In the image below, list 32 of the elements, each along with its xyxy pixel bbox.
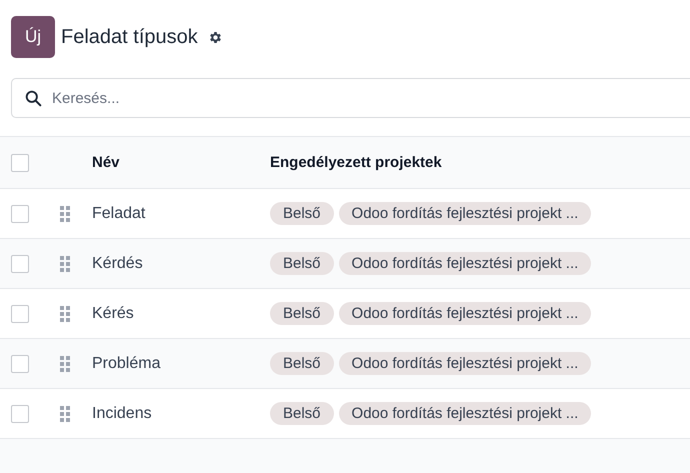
column-header[interactable]: Név (92, 154, 120, 170)
drag-handle-icon[interactable] (60, 256, 70, 272)
column-header[interactable]: Engedélyezett projektek (270, 154, 442, 171)
project-tag: Belső (270, 302, 334, 325)
checkbox[interactable] (11, 304, 29, 322)
project-tag: Odoo fordítás fejlesztési projekt ... (338, 302, 592, 325)
project-tag: Odoo fordítás fejlesztési projekt ... (338, 352, 592, 375)
checkbox[interactable] (11, 154, 29, 172)
project-tag: Odoo fordítás fejlesztési projekt ... (338, 252, 592, 275)
checkbox[interactable] (11, 204, 29, 222)
table-cell: Feladat (92, 204, 146, 222)
page-title: Feladat típusok (61, 26, 198, 48)
project-tag: Belső (270, 252, 334, 275)
checkbox[interactable] (11, 404, 29, 422)
drag-handle-icon[interactable] (60, 356, 70, 372)
project-tag: Belső (270, 352, 334, 375)
search-field[interactable]: Keresés... (11, 78, 690, 118)
settings-icon[interactable] (208, 30, 223, 44)
drag-handle-icon[interactable] (60, 206, 70, 222)
table-cell: Incidens (92, 404, 152, 422)
drag-handle-icon[interactable] (60, 306, 70, 322)
project-tag: Belső (270, 402, 334, 425)
project-tag: Odoo fordítás fejlesztési projekt ... (338, 202, 592, 225)
checkbox[interactable] (11, 254, 29, 272)
table-cell: Probléma (92, 354, 160, 372)
project-tag: Odoo fordítás fejlesztési projekt ... (338, 402, 592, 425)
table-cell: Kérdés (92, 254, 143, 272)
drag-handle-icon[interactable] (60, 406, 70, 422)
project-tag: Belső (270, 202, 334, 225)
checkbox[interactable] (11, 354, 29, 372)
new-button[interactable]: Új (11, 16, 55, 58)
table-cell: Kérés (92, 304, 134, 322)
